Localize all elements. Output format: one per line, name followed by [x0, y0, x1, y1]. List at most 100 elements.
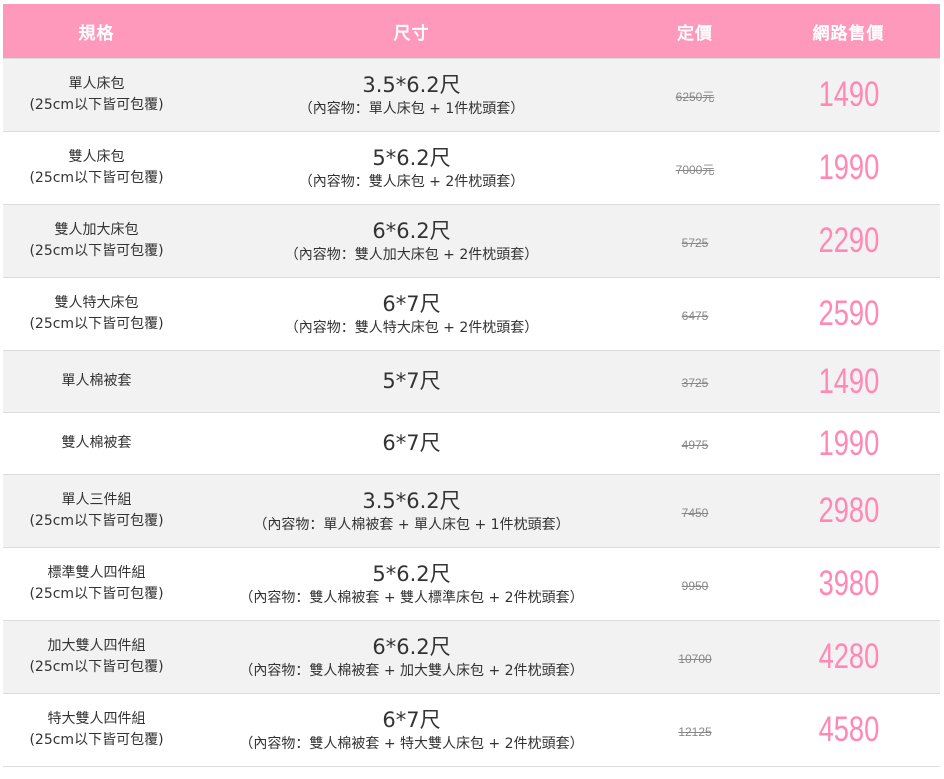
web-price-cell: 2290 — [757, 204, 940, 278]
list-price: 5725 — [681, 235, 709, 250]
size-cell: 3.5*6.2尺 （內容物：單人棉被套 + 單人床包 + 1件枕頭套） — [190, 474, 633, 548]
list-price-cell: 5725 — [633, 204, 757, 278]
size-cell: 6*7尺 （內容物：雙人棉被套 + 特大雙人床包 + 2件枕頭套） — [190, 693, 633, 767]
web-price-cell: 3980 — [757, 547, 940, 621]
spec-note: (25cm以下皆可包覆) — [29, 659, 164, 675]
header-size: 尺寸 — [190, 4, 633, 59]
size-cell: 5*6.2尺 （內容物：雙人棉被套 + 雙人標準床包 + 2件枕頭套） — [190, 547, 633, 621]
web-price: 1490 — [818, 75, 879, 114]
spec-name: 單人棉被套 — [61, 373, 132, 389]
list-price-cell: 4975 — [633, 412, 757, 475]
spec-note: (25cm以下皆可包覆) — [29, 243, 164, 259]
size-dimensions: 6*7尺 — [382, 291, 441, 316]
spec-name: 雙人加大床包 — [54, 222, 139, 238]
size-contents: （內容物：雙人棉被套 + 特大雙人床包 + 2件枕頭套） — [239, 735, 584, 752]
size-dimensions: 6*7尺 — [382, 707, 441, 732]
list-price-cell: 7450 — [633, 474, 757, 548]
list-price: 9950 — [681, 578, 709, 593]
list-price-cell: 6250元 — [633, 58, 757, 132]
size-dimensions: 5*7尺 — [382, 369, 441, 393]
list-price: 6250元 — [675, 89, 715, 104]
list-price-cell: 9950 — [633, 547, 757, 621]
spec-cell: 單人三件組 (25cm以下皆可包覆) — [3, 474, 190, 548]
header-web-price: 網路售價 — [757, 4, 940, 59]
spec-name: 加大雙人四件組 — [47, 638, 146, 654]
size-cell: 6*7尺 — [190, 412, 633, 475]
size-cell: 3.5*6.2尺 （內容物：單人床包 + 1件枕頭套） — [190, 58, 633, 132]
size-contents: （內容物：雙人棉被套 + 雙人標準床包 + 2件枕頭套） — [239, 589, 584, 606]
web-price-cell: 4280 — [757, 620, 940, 694]
web-price: 2590 — [818, 294, 879, 333]
spec-name: 特大雙人四件組 — [47, 711, 146, 727]
size-dimensions: 3.5*6.2尺 — [362, 488, 461, 513]
spec-cell: 雙人特大床包 (25cm以下皆可包覆) — [3, 277, 190, 351]
size-contents: （內容物：雙人床包 + 2件枕頭套） — [298, 173, 525, 190]
web-price-cell: 2980 — [757, 474, 940, 548]
spec-cell: 單人棉被套 — [3, 350, 190, 413]
size-dimensions: 3.5*6.2尺 — [362, 72, 461, 97]
spec-note: (25cm以下皆可包覆) — [29, 732, 164, 748]
list-price-cell: 7000元 — [633, 131, 757, 205]
spec-name: 雙人床包 — [68, 149, 125, 165]
table-header: 規格 尺寸 定價 網路售價 — [3, 4, 940, 59]
web-price: 1990 — [818, 148, 879, 187]
list-price: 3725 — [681, 376, 709, 390]
size-cell: 5*6.2尺 （內容物：雙人床包 + 2件枕頭套） — [190, 131, 633, 205]
header-list-price: 定價 — [633, 4, 757, 59]
size-dimensions: 5*6.2尺 — [372, 145, 451, 170]
table-row: 加大雙人四件組 (25cm以下皆可包覆) 6*6.2尺 （內容物：雙人棉被套 +… — [3, 620, 940, 694]
web-price-cell: 4580 — [757, 693, 940, 767]
spec-note: (25cm以下皆可包覆) — [29, 586, 164, 602]
table-row: 雙人特大床包 (25cm以下皆可包覆) 6*7尺 （內容物：雙人特大床包 + 2… — [3, 277, 940, 351]
size-dimensions: 6*6.2尺 — [372, 634, 451, 659]
web-price-cell: 1990 — [757, 412, 940, 475]
spec-cell: 單人床包 (25cm以下皆可包覆) — [3, 58, 190, 132]
spec-cell: 標準雙人四件組 (25cm以下皆可包覆) — [3, 547, 190, 621]
table-row: 單人床包 (25cm以下皆可包覆) 3.5*6.2尺 （內容物：單人床包 + 1… — [3, 58, 940, 132]
list-price-cell: 6475 — [633, 277, 757, 351]
table-row: 雙人床包 (25cm以下皆可包覆) 5*6.2尺 （內容物：雙人床包 + 2件枕… — [3, 131, 940, 205]
spec-cell: 特大雙人四件組 (25cm以下皆可包覆) — [3, 693, 190, 767]
size-contents: （內容物：雙人特大床包 + 2件枕頭套） — [284, 319, 539, 336]
list-price: 12125 — [678, 724, 712, 739]
table-row: 雙人棉被套 6*7尺 4975 1990 — [3, 412, 940, 475]
web-price: 1490 — [818, 361, 879, 401]
size-contents: （內容物：單人床包 + 1件枕頭套） — [298, 100, 525, 117]
spec-note: (25cm以下皆可包覆) — [29, 316, 164, 332]
spec-cell: 雙人床包 (25cm以下皆可包覆) — [3, 131, 190, 205]
header-spec: 規格 — [3, 4, 190, 59]
table-row: 標準雙人四件組 (25cm以下皆可包覆) 5*6.2尺 （內容物：雙人棉被套 +… — [3, 547, 940, 621]
spec-cell: 雙人加大床包 (25cm以下皆可包覆) — [3, 204, 190, 278]
table-row: 單人棉被套 5*7尺 3725 1490 — [3, 350, 940, 413]
size-cell: 5*7尺 — [190, 350, 633, 413]
list-price: 6475 — [681, 308, 709, 323]
spec-cell: 雙人棉被套 — [3, 412, 190, 475]
size-contents: （內容物：雙人加大床包 + 2件枕頭套） — [284, 246, 539, 263]
spec-note: (25cm以下皆可包覆) — [29, 170, 164, 186]
header-row: 規格 尺寸 定價 網路售價 — [3, 4, 940, 59]
size-contents: （內容物：雙人棉被套 + 加大雙人床包 + 2件枕頭套） — [239, 662, 584, 679]
web-price: 4580 — [818, 710, 879, 749]
web-price: 2980 — [818, 491, 879, 530]
size-dimensions: 6*7尺 — [382, 431, 441, 455]
list-price: 7450 — [681, 505, 709, 520]
web-price-cell: 1990 — [757, 131, 940, 205]
list-price: 7000元 — [675, 162, 715, 177]
size-cell: 6*6.2尺 （內容物：雙人加大床包 + 2件枕頭套） — [190, 204, 633, 278]
list-price-cell: 12125 — [633, 693, 757, 767]
size-dimensions: 6*6.2尺 — [372, 218, 451, 243]
web-price: 1990 — [818, 423, 879, 463]
spec-note: (25cm以下皆可包覆) — [29, 97, 164, 113]
spec-name: 標準雙人四件組 — [47, 565, 146, 581]
list-price-cell: 10700 — [633, 620, 757, 694]
table-row: 雙人加大床包 (25cm以下皆可包覆) 6*6.2尺 （內容物：雙人加大床包 +… — [3, 204, 940, 278]
size-cell: 6*6.2尺 （內容物：雙人棉被套 + 加大雙人床包 + 2件枕頭套） — [190, 620, 633, 694]
spec-name: 雙人棉被套 — [61, 435, 132, 451]
size-dimensions: 5*6.2尺 — [372, 561, 451, 586]
table-row: 特大雙人四件組 (25cm以下皆可包覆) 6*7尺 （內容物：雙人棉被套 + 特… — [3, 693, 940, 767]
spec-name: 單人三件組 — [61, 492, 132, 508]
web-price: 2290 — [818, 221, 879, 260]
web-price-cell: 1490 — [757, 58, 940, 132]
size-contents: （內容物：單人棉被套 + 單人床包 + 1件枕頭套） — [253, 516, 570, 533]
list-price: 10700 — [678, 651, 712, 666]
